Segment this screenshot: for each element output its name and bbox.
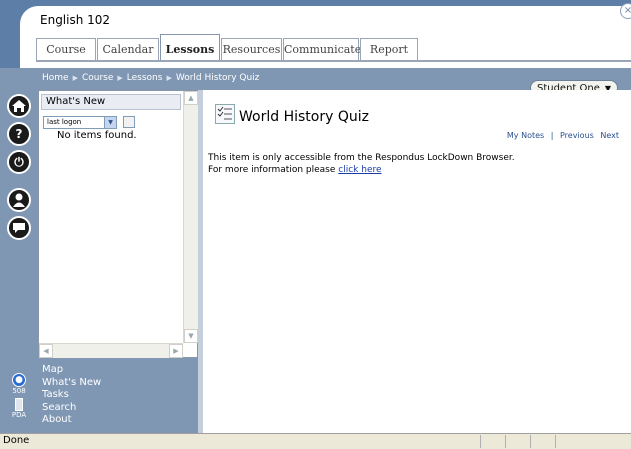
breadcrumb-lessons[interactable]: Lessons [127, 73, 163, 83]
help-icon[interactable]: ? [7, 122, 31, 146]
status-bar: Done [0, 433, 631, 449]
quiz-icon [215, 104, 235, 124]
info-message: For more information please click here [208, 165, 382, 175]
whats-new-filter-value: last logon [47, 118, 82, 126]
tab-course[interactable]: Course [36, 38, 96, 60]
scroll-left-icon[interactable]: ◀ [39, 344, 53, 358]
whats-new-title: What's New [41, 94, 181, 110]
status-divider [530, 435, 531, 448]
nav-search[interactable]: Search [38, 402, 198, 415]
scroll-up-icon[interactable]: ▲ [184, 91, 198, 105]
content-nav: My Notes | Previous Next [507, 131, 619, 140]
chat-icon[interactable] [7, 216, 31, 240]
breadcrumb-current: World History Quiz [175, 73, 260, 83]
scroll-right-icon[interactable]: ▶ [169, 344, 183, 358]
tab-report[interactable]: Report [360, 38, 418, 60]
home-icon[interactable] [7, 94, 31, 118]
course-title: English 102 [40, 13, 111, 27]
pda-label: PDA [11, 411, 27, 419]
accessibility-icon: ● [12, 373, 26, 387]
tab-underline [36, 60, 631, 62]
chevron-right-icon: ▶ [117, 74, 123, 82]
my-notes-link[interactable]: My Notes [507, 131, 544, 140]
tab-resources[interactable]: Resources [221, 38, 282, 60]
nav-tasks[interactable]: Tasks [38, 389, 198, 402]
accessibility-button[interactable]: ● 508 [6, 373, 32, 395]
page-title: World History Quiz [239, 109, 369, 125]
tab-lessons[interactable]: Lessons [160, 34, 220, 60]
click-here-link[interactable]: click here [338, 165, 381, 175]
tab-communicate[interactable]: Communicate [283, 38, 361, 60]
pda-button[interactable]: PDA [6, 398, 32, 419]
calendar-icon[interactable] [123, 116, 135, 128]
chevron-down-icon: ▼ [104, 117, 116, 128]
tab-bar: Course Calendar Lessons Resources Commun… [36, 34, 419, 62]
nav-whats-new[interactable]: What's New [38, 377, 198, 390]
whats-new-empty-text: No items found. [57, 130, 137, 141]
accessibility-label: 508 [12, 387, 26, 395]
whats-new-panel: What's New last logon ▼ No items found. … [38, 90, 198, 358]
status-text: Done [3, 435, 30, 446]
nav-about[interactable]: About [38, 414, 198, 427]
pda-icon [15, 398, 23, 411]
logout-icon[interactable]: ⏻ [7, 150, 31, 174]
whats-new-filter-select[interactable]: last logon ▼ [43, 116, 117, 129]
next-link[interactable]: Next [600, 131, 619, 140]
vertical-scrollbar[interactable]: ▲ ▼ [183, 91, 198, 343]
status-divider [505, 435, 506, 448]
status-divider [480, 435, 481, 448]
breadcrumb: Home ▶ Course ▶ Lessons ▶ World History … [42, 73, 259, 83]
main-content: World History Quiz My Notes | Previous N… [203, 90, 631, 433]
status-divider [555, 435, 556, 448]
close-icon[interactable]: × [620, 3, 631, 19]
icon-rail: ? ⏻ ● 508 PDA [0, 90, 38, 433]
horizontal-scrollbar[interactable]: ◀ ▶ [39, 343, 183, 358]
tab-calendar[interactable]: Calendar [97, 38, 159, 60]
user-icon[interactable] [7, 188, 31, 212]
bottom-nav: Map What's New Tasks Search About [38, 358, 198, 433]
breadcrumb-course[interactable]: Course [82, 73, 113, 83]
info-message-text: For more information please [208, 165, 336, 175]
breadcrumb-home[interactable]: Home [42, 73, 69, 83]
scroll-down-icon[interactable]: ▼ [184, 329, 198, 343]
nav-map[interactable]: Map [38, 364, 198, 377]
chevron-right-icon: ▶ [72, 74, 78, 82]
nav-separator: | [550, 131, 554, 140]
lockdown-message: This item is only accessible from the Re… [208, 153, 515, 163]
chevron-right-icon: ▶ [166, 74, 172, 82]
previous-link[interactable]: Previous [560, 131, 594, 140]
